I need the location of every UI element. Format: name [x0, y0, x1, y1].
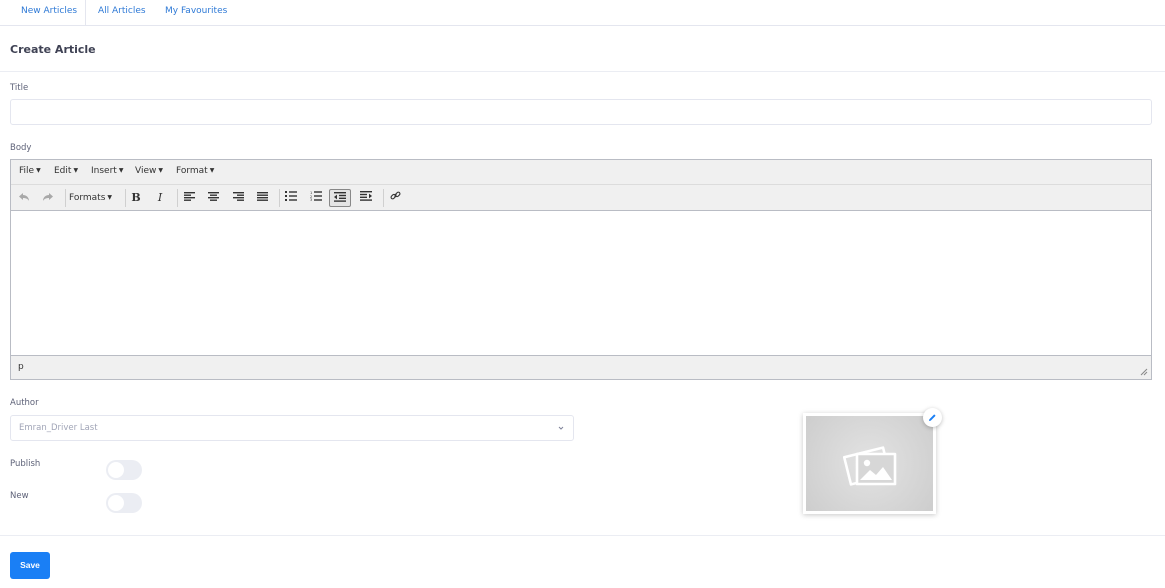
author-select-value: Emran_Driver Last — [19, 423, 98, 433]
numbered-list-icon[interactable]: 123 — [305, 189, 327, 207]
menu-view-label: View — [135, 166, 157, 176]
caret-down-icon: ▼ — [209, 167, 215, 174]
formats-label: Formats — [69, 193, 106, 203]
menu-file-label: File — [19, 166, 35, 176]
author-select[interactable]: Emran_Driver Last — [10, 415, 574, 441]
editor-statusbar: p — [11, 355, 1151, 379]
toggle-knob — [108, 495, 124, 511]
article-tabs: New Articles All Articles My Favourites — [0, 0, 1165, 26]
toggle-knob — [108, 462, 124, 478]
align-center-icon[interactable] — [202, 189, 224, 207]
new-label: New — [10, 491, 29, 501]
title-input[interactable] — [10, 99, 1152, 125]
menu-edit[interactable]: Edit ▼ — [54, 166, 78, 176]
caret-down-icon: ▼ — [158, 167, 163, 174]
publish-toggle[interactable] — [106, 460, 142, 480]
menu-view[interactable]: View ▼ — [135, 166, 163, 176]
menu-file[interactable]: File ▼ — [19, 166, 41, 176]
tab-new-articles[interactable]: New Articles — [0, 0, 86, 26]
caret-down-icon: ▼ — [107, 194, 113, 201]
italic-icon[interactable]: I — [149, 189, 171, 207]
element-path[interactable]: p — [18, 362, 24, 372]
chevron-down-icon — [558, 426, 564, 430]
indent-icon[interactable] — [355, 189, 377, 207]
page-title: Create Article — [10, 43, 96, 56]
link-icon[interactable] — [384, 189, 406, 207]
align-justify-icon[interactable] — [251, 189, 273, 207]
outdent-icon[interactable] — [329, 189, 351, 207]
image-placeholder-icon — [843, 446, 897, 486]
publish-label: Publish — [10, 459, 41, 469]
edit-image-button[interactable] — [923, 408, 942, 427]
caret-down-icon: ▼ — [118, 167, 124, 174]
menu-insert[interactable]: Insert ▼ — [91, 166, 123, 176]
title-label: Title — [10, 83, 29, 93]
editor-menubar: File ▼ Edit ▼ Insert ▼ View ▼ Format ▼ — [11, 160, 1151, 185]
save-button[interactable]: Save — [10, 552, 50, 579]
svg-text:3: 3 — [310, 198, 312, 201]
tab-all-articles[interactable]: All Articles — [98, 0, 146, 26]
resize-handle-icon[interactable] — [1140, 368, 1148, 376]
undo-icon[interactable] — [13, 189, 35, 207]
article-image[interactable] — [803, 413, 936, 514]
title-divider — [0, 71, 1165, 72]
menu-edit-label: Edit — [54, 166, 72, 176]
bold-icon[interactable]: B — [125, 189, 147, 207]
tab-my-favourites[interactable]: My Favourites — [165, 0, 227, 26]
menu-insert-label: Insert — [91, 166, 117, 176]
align-left-icon[interactable] — [178, 189, 200, 207]
rich-text-editor: File ▼ Edit ▼ Insert ▼ View ▼ Format ▼ Format… — [10, 159, 1152, 380]
bullet-list-icon[interactable] — [280, 189, 302, 207]
author-label: Author — [10, 398, 39, 408]
align-right-icon[interactable] — [227, 189, 249, 207]
toolbar-separator — [65, 189, 66, 207]
menu-format[interactable]: Format ▼ — [176, 166, 214, 176]
pencil-icon — [929, 414, 936, 421]
footer-divider — [0, 535, 1165, 536]
menu-format-label: Format — [176, 166, 208, 176]
formats-dropdown[interactable]: Formats ▼ — [69, 189, 112, 207]
editor-content-area[interactable] — [11, 211, 1151, 356]
body-label: Body — [10, 143, 32, 153]
redo-icon[interactable] — [37, 189, 59, 207]
editor-toolbar: Formats ▼ B I 123 — [11, 185, 1151, 211]
caret-down-icon: ▼ — [73, 167, 79, 174]
new-toggle[interactable] — [106, 493, 142, 513]
caret-down-icon: ▼ — [36, 167, 41, 174]
